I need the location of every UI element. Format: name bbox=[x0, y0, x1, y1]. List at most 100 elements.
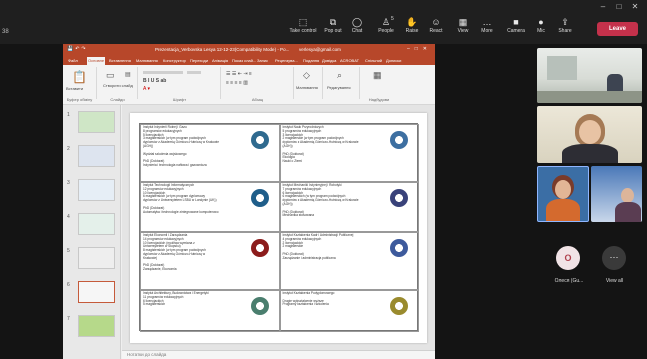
participant-video-1[interactable] bbox=[537, 48, 642, 103]
institute-description: Instytut Ekonomii i Zarządzania 14 progr… bbox=[143, 233, 206, 272]
participant-body bbox=[562, 144, 618, 163]
slide-thumbnails-pane: 1 2 3 4 5 6 7 bbox=[63, 105, 121, 359]
ribbon-tab[interactable]: Довідка bbox=[321, 57, 337, 65]
ribbon-tab[interactable]: Вставлення bbox=[108, 57, 132, 65]
ribbon-tab[interactable]: Спільний bbox=[364, 57, 383, 65]
slide-number: 5 bbox=[67, 248, 70, 254]
institute-description: Instytut Nauk Przyrodniczych 5 programów… bbox=[282, 125, 359, 164]
current-slide[interactable]: Instytut Inżynierii Rolnej i Gazu 8 prog… bbox=[130, 113, 427, 343]
participant-face bbox=[555, 180, 571, 199]
institute-logo bbox=[250, 131, 269, 149]
slide-thumbnail[interactable] bbox=[78, 315, 115, 337]
user-email: verlesya@gmail.com bbox=[299, 47, 341, 52]
ribbon-tab[interactable]: Запис bbox=[256, 57, 269, 65]
ribbon-tab[interactable]: Подання bbox=[302, 57, 320, 65]
layout-icon[interactable]: ▤ bbox=[125, 71, 131, 78]
new-slide-icon[interactable]: ▭ bbox=[106, 70, 115, 81]
font-format-buttons[interactable]: B I U S ab bbox=[143, 78, 166, 84]
table-cell: Instytut Mechaniki Inżynieryjnej i Robot… bbox=[279, 182, 419, 232]
room-window bbox=[547, 56, 577, 80]
font-color-icon[interactable]: A ▾ bbox=[143, 86, 150, 92]
view-all-label: View all bbox=[605, 278, 624, 284]
ribbon-tab[interactable]: Основне bbox=[87, 57, 106, 65]
toolbar-label: View bbox=[457, 28, 469, 34]
institute-logo bbox=[390, 189, 408, 207]
shared-powerpoint-window: 💾↶↷ Prezentacja_Verbovska Lesya 12-12-23… bbox=[63, 44, 435, 359]
drawing-button[interactable]: Малювання bbox=[296, 85, 318, 90]
slide-number: 3 bbox=[67, 180, 70, 186]
ribbon-tab[interactable]: Файл bbox=[67, 57, 79, 65]
take-control-button[interactable]: ⬚ Take control bbox=[288, 17, 318, 34]
table-cell: Instytut Kształcenia Kadr i Administracj… bbox=[279, 232, 419, 290]
participant-video-3[interactable] bbox=[537, 166, 589, 222]
find-icon[interactable]: ⌕ bbox=[337, 70, 342, 81]
maximize-icon[interactable]: □ bbox=[611, 2, 627, 11]
view-all-button[interactable]: ⋯ bbox=[602, 246, 626, 270]
slide-thumbnail[interactable] bbox=[78, 179, 115, 201]
slide-number: 6 bbox=[67, 282, 70, 288]
take-control-icon: ⬚ bbox=[298, 17, 308, 27]
minimize-icon[interactable]: – bbox=[595, 2, 611, 11]
institute-description: Instytut Architektury, Budownictwa i Ene… bbox=[143, 291, 209, 307]
editing-button[interactable]: Редагування bbox=[327, 85, 351, 90]
toolbar-label: Take control bbox=[289, 28, 317, 34]
react-button[interactable]: ☺ React bbox=[421, 17, 451, 34]
institute-logo bbox=[390, 239, 408, 257]
table-cell: Instytut Ekonomii i Zarządzania 14 progr… bbox=[140, 232, 280, 290]
slide-thumbnail[interactable] bbox=[78, 281, 115, 303]
participant-avatar[interactable]: O bbox=[556, 246, 580, 270]
participant-face bbox=[579, 120, 601, 144]
ribbon-tab[interactable]: Показ слай... bbox=[231, 57, 257, 65]
ribbon-tab[interactable]: Малювання bbox=[135, 57, 159, 65]
toolbar-label: Camera bbox=[507, 28, 525, 34]
institute-logo bbox=[250, 297, 269, 315]
ribbon-tab[interactable]: Дописки bbox=[385, 57, 402, 65]
share-button[interactable]: ⇪ Share bbox=[550, 17, 580, 34]
slide-thumbnail[interactable] bbox=[78, 111, 115, 133]
font-name-box[interactable] bbox=[143, 71, 183, 74]
ribbon-tab[interactable]: Анімація bbox=[211, 57, 229, 65]
toolbar-label: Raise bbox=[405, 28, 419, 34]
paste-icon[interactable]: 📋 bbox=[72, 70, 87, 84]
slide-number: 1 bbox=[67, 112, 70, 118]
institute-description: Instytut Mechaniki Inżynieryjnej i Robot… bbox=[282, 183, 359, 218]
paragraph-group: ☰ ☰ ⇤ ⇥ ≡ ≡ ≡ ≡ ≡ ▥ Абзац bbox=[222, 67, 294, 102]
leave-button[interactable]: Leave bbox=[597, 22, 638, 36]
close-icon[interactable]: ✕ bbox=[627, 2, 643, 11]
new-slide-button[interactable]: Створити слайд bbox=[103, 83, 133, 88]
toolbar-label: More bbox=[481, 28, 493, 34]
align-buttons[interactable]: ≡ ≡ ≡ ≡ ▥ bbox=[226, 80, 248, 86]
slide-thumbnail[interactable] bbox=[78, 145, 115, 167]
institute-logo bbox=[250, 239, 269, 257]
more-button[interactable]: … More bbox=[472, 17, 502, 34]
font-group: B I U S ab A ▾ Шрифт bbox=[139, 67, 221, 102]
addins-icon[interactable]: ▦ bbox=[373, 70, 382, 81]
participant-video-4[interactable] bbox=[591, 166, 642, 222]
ribbon-tabs: Файл Основне Вставлення Малювання Конструкто… bbox=[63, 56, 435, 65]
slide-thumbnail[interactable] bbox=[78, 247, 115, 269]
ribbon-tab[interactable]: Рецензува... bbox=[274, 57, 299, 65]
teams-toolbar: 38 – □ ✕ ⬚ Take control ⧉ Pop out ◯ Chat ♙ People… bbox=[0, 0, 647, 44]
table-cell: Instytut Architektury, Budownictwa i Ene… bbox=[140, 290, 280, 332]
ribbon-tab[interactable]: Переходи bbox=[189, 57, 209, 65]
shapes-icon[interactable]: ◇ bbox=[303, 70, 310, 81]
notes-pane[interactable]: Нотатки до слайда bbox=[122, 350, 435, 359]
paste-button[interactable]: Вставити bbox=[66, 86, 83, 91]
participant-video-2[interactable] bbox=[537, 106, 642, 163]
ribbon-tab[interactable]: Конструктор bbox=[162, 57, 187, 65]
ribbon-tab[interactable]: ACROBAT bbox=[339, 57, 360, 65]
table-cell: Instytut Nauk Przyrodniczych 5 programów… bbox=[279, 124, 419, 182]
table-cell: Instytut Kształcenia Podyplomowego Drugi… bbox=[279, 290, 419, 332]
slide-thumbnail[interactable] bbox=[78, 213, 115, 235]
chat-icon: ◯ bbox=[351, 17, 363, 27]
toolbar-label: Chat bbox=[351, 28, 363, 34]
quick-access-toolbar[interactable]: 💾↶↷ bbox=[67, 46, 88, 52]
participant-body bbox=[546, 199, 580, 221]
institute-logo bbox=[390, 297, 408, 315]
addins-group: ▦ Надбудови bbox=[361, 67, 397, 102]
list-buttons[interactable]: ☰ ☰ ⇤ ⇥ ≡ bbox=[226, 71, 252, 77]
ppt-window-controls[interactable]: –□✕ bbox=[407, 46, 432, 52]
chat-button[interactable]: ◯ Chat bbox=[342, 17, 372, 34]
participant-body bbox=[615, 202, 641, 222]
font-size-box[interactable] bbox=[187, 71, 201, 74]
